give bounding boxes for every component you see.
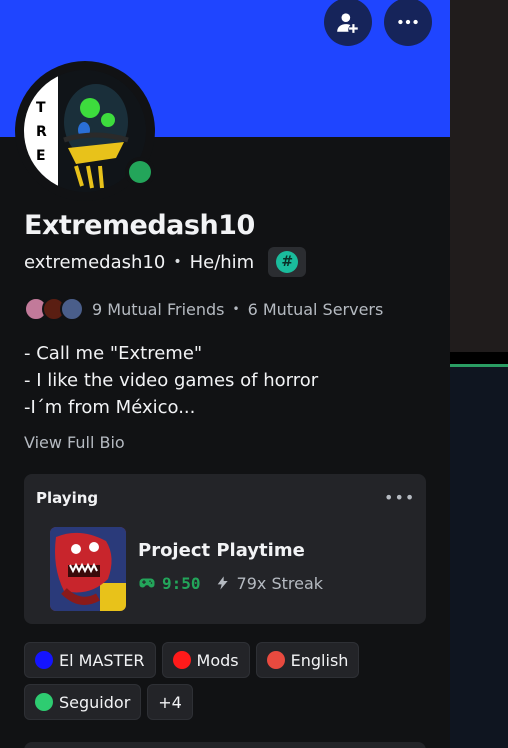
- add-friend-button[interactable]: [324, 0, 372, 46]
- role-label: El MASTER: [59, 650, 145, 670]
- game-title: Project Playtime: [138, 540, 305, 561]
- background-window-bottom: [450, 367, 508, 748]
- role-color-dot: [266, 651, 285, 669]
- role-color-dot: [172, 651, 191, 669]
- online-status-indicator: [125, 157, 155, 187]
- profile-badge[interactable]: #: [268, 247, 307, 277]
- game-artwork-image: [50, 527, 126, 611]
- add-friend-icon: [337, 13, 358, 33]
- activity-more-button[interactable]: •••: [384, 488, 415, 507]
- avatar-frame[interactable]: T R E: [15, 61, 155, 201]
- online-status-dot: [129, 161, 151, 183]
- more-roles-button[interactable]: +4: [147, 684, 193, 720]
- avatar-letter: T: [36, 100, 46, 116]
- role-pill[interactable]: Mods: [161, 642, 250, 678]
- elapsed-time: 9:50: [162, 573, 201, 593]
- display-name: Extremedash10: [24, 210, 255, 241]
- activity-card: Playing ••• Project Playtime 9:50 79x St…: [24, 474, 426, 624]
- role-label: Seguidor: [59, 692, 131, 712]
- view-full-bio-link[interactable]: View Full Bio: [24, 433, 125, 452]
- game-artwork[interactable]: [50, 527, 126, 611]
- game-meta: 9:50 79x Streak: [138, 572, 323, 594]
- bio: - Call me "Extreme" - I like the video g…: [24, 340, 318, 421]
- role-pill[interactable]: English: [255, 642, 360, 678]
- username[interactable]: extremedash10: [24, 252, 165, 273]
- user-profile-popout: T R E Extremedash10 extremedash10 • He/h…: [0, 0, 450, 748]
- mutual-friend-avatar: [60, 297, 84, 321]
- bio-line: - I like the video games of horror: [24, 370, 319, 391]
- role-pill[interactable]: El MASTER: [24, 642, 156, 678]
- mutual-servers-link[interactable]: 6 Mutual Servers: [248, 300, 384, 319]
- hashtag-icon: #: [276, 251, 299, 273]
- activity-heading: Playing: [36, 489, 99, 507]
- streak-count: 79x Streak: [236, 573, 324, 593]
- roles-list: El MASTER Mods English: [24, 642, 365, 678]
- next-section-card: [24, 742, 426, 748]
- role-color-dot: [35, 693, 53, 711]
- bio-line: -I´m from México...: [24, 397, 196, 418]
- avatar-letter: E: [36, 148, 46, 164]
- more-roles-count: +4: [158, 692, 182, 712]
- identity-row: extremedash10 • He/him #: [24, 247, 307, 277]
- avatar-letter: R: [36, 124, 47, 140]
- gamepad-icon: [139, 578, 155, 588]
- background-window-divider: [450, 352, 508, 364]
- lightning-icon: [217, 576, 228, 590]
- pronouns: He/him: [189, 251, 255, 273]
- role-pill[interactable]: Seguidor: [24, 684, 142, 720]
- bio-line: - Call me "Extreme": [24, 343, 203, 364]
- role-color-dot: [35, 651, 53, 669]
- roles-list-continued: Seguidor +4: [24, 684, 199, 720]
- separator-dot: •: [232, 302, 240, 316]
- mutuals-row: 9 Mutual Friends • 6 Mutual Servers: [24, 297, 383, 321]
- separator-dot: •: [173, 254, 182, 270]
- role-label: English: [290, 650, 349, 670]
- role-label: Mods: [196, 650, 239, 670]
- more-options-button[interactable]: [384, 0, 432, 46]
- more-icon: [398, 19, 418, 25]
- mutual-friends-link[interactable]: 9 Mutual Friends: [92, 300, 225, 319]
- background-window-top: [450, 0, 508, 352]
